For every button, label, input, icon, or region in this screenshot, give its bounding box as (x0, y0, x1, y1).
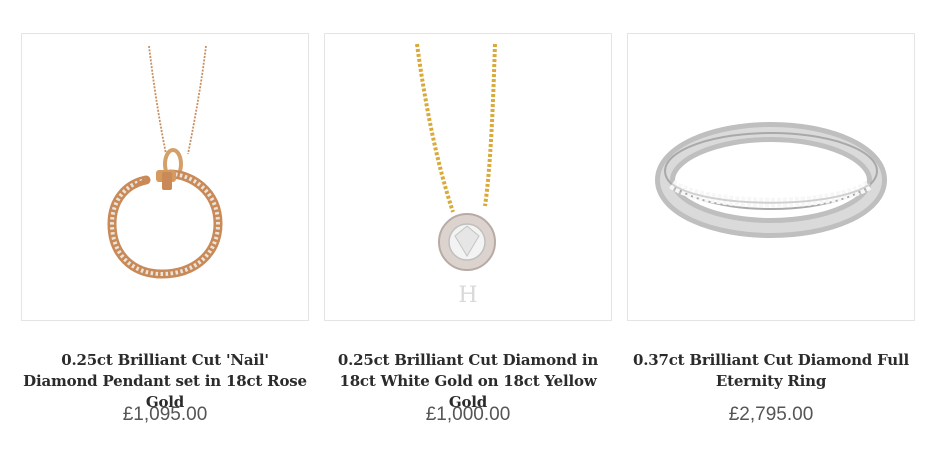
product-title[interactable]: 0.25ct Brilliant Cut Diamond in 18ct Whi… (324, 350, 612, 411)
product-price: £1,000.00 (425, 404, 511, 425)
product-image-frame[interactable]: H (324, 33, 612, 321)
svg-text:H: H (458, 283, 477, 308)
product-image-frame[interactable] (21, 33, 309, 321)
solitaire-pendant-image[interactable]: H (325, 34, 611, 320)
product-image-frame[interactable] (627, 33, 915, 321)
product-card-eternity-ring[interactable]: 0.37ct Brilliant Cut Diamond Full Eterni… (627, 33, 915, 427)
product-card-solitaire-pendant[interactable]: H 0.25ct Brilliant Cut Diamond in 18ct W… (324, 33, 612, 427)
product-title[interactable]: 0.25ct Brilliant Cut 'Nail' Diamond Pend… (21, 350, 309, 411)
rose-gold-nail-pendant-image[interactable] (22, 34, 308, 320)
product-price: £2,795.00 (728, 404, 814, 425)
product-grid: 0.25ct Brilliant Cut 'Nail' Diamond Pend… (0, 0, 933, 456)
eternity-ring-image[interactable] (628, 34, 914, 320)
product-title[interactable]: 0.37ct Brilliant Cut Diamond Full Eterni… (627, 350, 915, 394)
product-card-nail-pendant[interactable]: 0.25ct Brilliant Cut 'Nail' Diamond Pend… (21, 33, 309, 427)
product-price: £1,095.00 (122, 404, 208, 425)
